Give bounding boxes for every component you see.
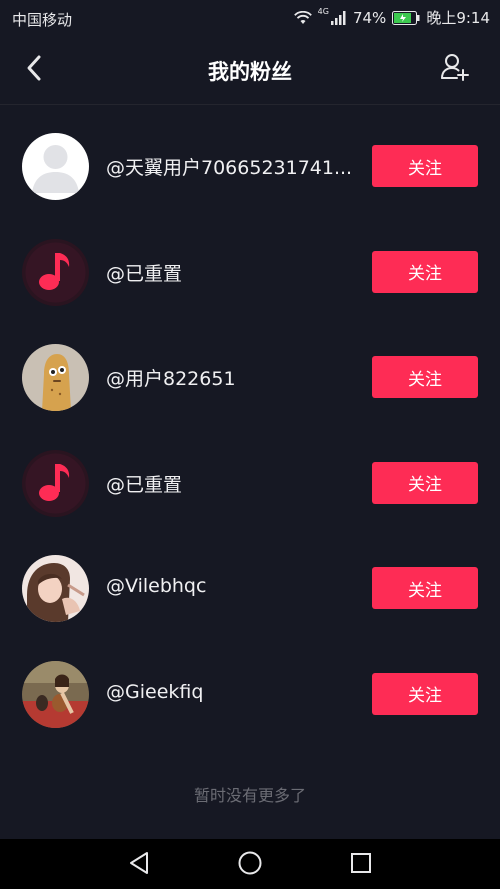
add-friend-button[interactable] (438, 52, 472, 86)
girl-photo-avatar[interactable] (22, 555, 89, 622)
system-recents-button[interactable] (347, 851, 375, 879)
system-nav-bar (0, 839, 500, 889)
system-back-button[interactable] (125, 851, 153, 879)
add-user-icon (440, 52, 470, 86)
follower-row: @已重置 关注 (0, 422, 500, 528)
follow-button[interactable]: 关注 (372, 461, 478, 504)
music-note-icon[interactable] (22, 449, 89, 517)
status-indicators: 4G 74% 晚上9:14 (293, 7, 490, 28)
music-note-icon[interactable] (22, 238, 89, 306)
battery-charging-icon (392, 10, 420, 25)
signal-icon (330, 10, 347, 25)
follower-username[interactable]: @天翼用户70665231741... (106, 153, 358, 180)
circle-home-icon (237, 850, 263, 880)
default-avatar-icon[interactable] (22, 133, 89, 200)
battery-percent: 74% (352, 8, 387, 27)
dog-photo-avatar[interactable] (22, 660, 89, 728)
follower-username[interactable]: @Vilebhqc (106, 575, 358, 597)
follower-username[interactable]: @Gieekfiq (106, 681, 358, 703)
follower-username[interactable]: @已重置 (106, 259, 358, 286)
follower-list: @天翼用户70665231741... 关注 @已重置 关注 @用户822651… (0, 105, 500, 738)
follow-button[interactable]: 关注 (372, 356, 478, 398)
status-bar: 中国移动 4G 74% 晚上9:14 (0, 0, 500, 36)
follow-button[interactable]: 关注 (372, 250, 478, 293)
carrier-name: 中国移动 (12, 11, 73, 29)
follower-row: @Gieekfiq 关注 (0, 633, 500, 739)
clock-time: 晚上9:14 (426, 9, 490, 27)
triangle-back-icon (128, 851, 150, 879)
follower-username[interactable]: @用户822651 (106, 364, 358, 391)
follower-username[interactable]: @已重置 (106, 470, 358, 497)
top-nav-bar: 我的粉丝 (0, 36, 500, 105)
wifi-icon (293, 10, 312, 25)
network-type: 4G (317, 7, 329, 16)
square-recents-icon (350, 852, 372, 878)
follow-button[interactable]: 关注 (372, 145, 478, 187)
follow-button[interactable]: 关注 (372, 672, 478, 715)
follower-row: @已重置 关注 (0, 211, 500, 317)
system-home-button[interactable] (236, 851, 264, 879)
follower-row: @Vilebhqc 关注 (0, 527, 500, 633)
page-title: 我的粉丝 (208, 60, 292, 84)
follower-row: @天翼用户70665231741... 关注 (0, 105, 500, 211)
cartoon-character-avatar[interactable] (22, 344, 89, 411)
follow-button[interactable]: 关注 (372, 567, 478, 609)
no-more-text: 暂时没有更多了 (193, 786, 306, 805)
follower-row: @用户822651 关注 (0, 316, 500, 422)
